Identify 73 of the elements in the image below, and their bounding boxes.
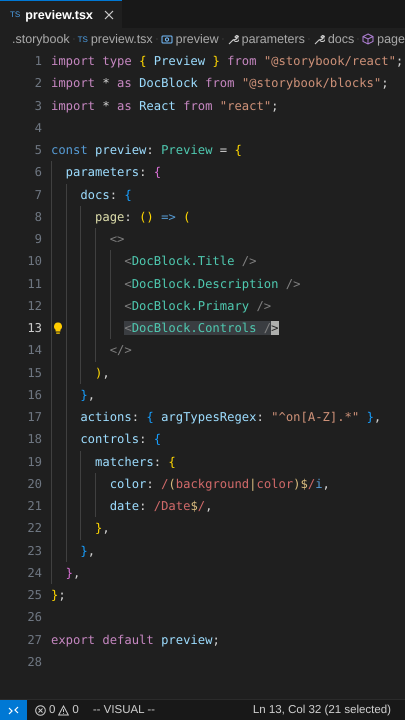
line-number: 19 <box>26 454 42 471</box>
code-line: import * as DocBlock from "@storybook/blocks"; <box>51 75 389 92</box>
warning-icon <box>58 704 70 716</box>
line-number: 25 <box>26 587 42 604</box>
code-line: </> <box>51 339 132 362</box>
editor-tab[interactable]: TS preview.tsx <box>0 0 122 28</box>
code-line: const preview: Preview = { <box>51 142 242 160</box>
breadcrumb-item[interactable]: parameters <box>226 32 305 46</box>
selected-text: <DocBlock.Controls /> <box>124 321 278 336</box>
code-line: export default preview; <box>51 632 220 649</box>
remote-button[interactable] <box>0 700 27 720</box>
line-number: 17 <box>26 409 42 426</box>
cursor-position[interactable]: Ln 13, Col 32 (21 selected) <box>252 704 391 716</box>
code-line: date: /Date$/, <box>51 495 212 518</box>
line-number: 13 <box>26 320 42 338</box>
breadcrumb-item[interactable]: preview <box>160 32 219 46</box>
wrench-icon <box>312 33 325 45</box>
line-number: 11 <box>26 276 42 293</box>
code-line: ), <box>51 362 110 384</box>
code-line: actions: { argTypesRegex: "^on[A-Z].*" }, <box>51 406 382 428</box>
line-number: 7 <box>34 186 42 204</box>
line-number: 24 <box>26 564 42 582</box>
problems-indicator[interactable]: 0 0 <box>35 704 79 716</box>
code-line: import * as React from "react"; <box>51 98 279 115</box>
line-number: 4 <box>34 120 42 137</box>
close-icon <box>104 10 114 20</box>
line-number: 8 <box>34 208 42 226</box>
code-line: }, <box>51 517 110 540</box>
breadcrumb-item[interactable]: page <box>362 32 405 46</box>
code-line: parameters: { <box>51 161 162 184</box>
code-line: }, <box>51 562 80 584</box>
code-line: <> <box>51 228 124 250</box>
line-number: 27 <box>26 632 42 649</box>
code-line: docs: { <box>51 184 132 206</box>
line-number: 5 <box>34 142 42 160</box>
line-number: 22 <box>26 520 42 538</box>
line-number: 28 <box>26 654 42 671</box>
breadcrumb-item[interactable]: docs <box>312 32 354 46</box>
line-number: 23 <box>26 542 42 560</box>
line-number: 18 <box>26 431 42 448</box>
vim-mode: -- VISUAL -- <box>92 704 156 716</box>
breadcrumb-item[interactable]: TS preview.tsx <box>78 32 153 46</box>
line-number: 6 <box>34 164 42 182</box>
error-icon <box>35 704 46 716</box>
code-line: page: () => ( <box>51 206 190 228</box>
code-line: import type { Preview } from "@storybook/react"; <box>51 53 404 70</box>
line-number: 20 <box>26 476 42 493</box>
code-line: <DocBlock.Primary /> <box>51 294 272 317</box>
remote-icon <box>8 704 19 716</box>
code-line: color: /(background|color)$/i, <box>51 472 330 495</box>
code-line: controls: { <box>51 428 162 450</box>
code-line: matchers: { <box>51 450 176 473</box>
code-line: }; <box>51 587 66 604</box>
cube-icon <box>362 33 374 45</box>
text-cursor: > <box>271 321 278 336</box>
line-number: 10 <box>26 253 42 270</box>
breadcrumb-item[interactable]: .storybook <box>12 32 70 46</box>
line-number: 1 <box>34 53 42 70</box>
variable-icon <box>160 33 173 45</box>
code-line: <DocBlock.Title /> <box>51 250 256 272</box>
line-number: 21 <box>26 498 42 516</box>
code-line: }, <box>51 384 96 406</box>
line-number: 15 <box>26 364 42 382</box>
line-number: 14 <box>26 342 42 360</box>
line-number: 12 <box>26 298 42 315</box>
line-number: 2 <box>34 75 42 92</box>
code-line: <DocBlock.Description /> <box>51 272 300 295</box>
line-number: 26 <box>26 609 42 626</box>
code-line: }, <box>51 540 96 562</box>
line-number: 3 <box>34 98 42 115</box>
wrench-icon <box>226 33 239 45</box>
line-number: 16 <box>26 386 42 404</box>
line-number: 9 <box>34 231 42 248</box>
